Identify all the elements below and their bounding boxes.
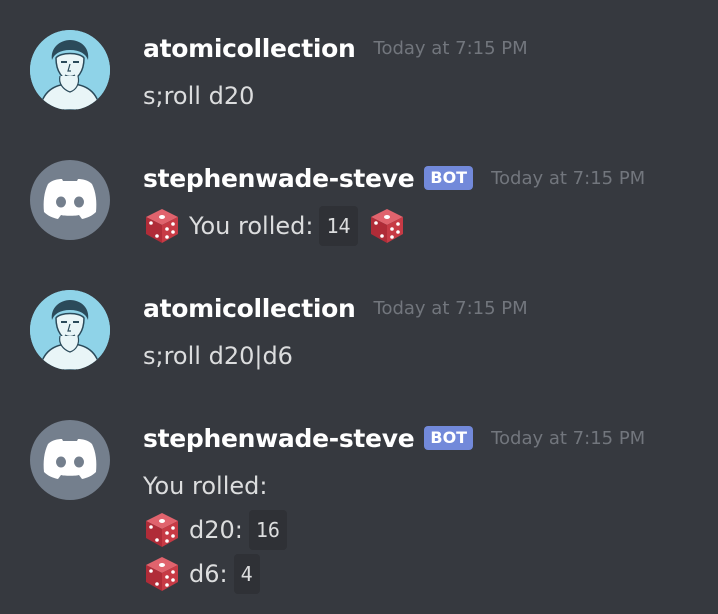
game-die-icon	[146, 513, 178, 547]
die-label: d20:	[189, 516, 243, 544]
game-die-icon	[146, 209, 178, 243]
message-content: You rolled: 14	[143, 204, 406, 248]
username[interactable]: atomicollection	[143, 34, 356, 63]
user-avatar[interactable]	[30, 30, 110, 110]
timestamp: Today at 7:15 PM	[373, 297, 528, 319]
bot-avatar[interactable]	[30, 160, 110, 240]
message-header: stephenwade-steve BOT Today at 7:15 PM	[143, 160, 645, 196]
message-header: stephenwade-steve BOT Today at 7:15 PM	[143, 420, 645, 456]
message-content: You rolled: d20: 16 d6: 4	[143, 464, 293, 596]
timestamp: Today at 7:15 PM	[491, 427, 646, 449]
sketch-portrait-icon	[30, 290, 110, 370]
username[interactable]: stephenwade-steve	[143, 424, 415, 453]
timestamp: Today at 7:15 PM	[373, 37, 528, 59]
roll-line: d20: 16	[143, 508, 293, 552]
username[interactable]: atomicollection	[143, 294, 356, 323]
game-die-icon	[370, 209, 403, 243]
roll-value: 4	[233, 554, 260, 594]
chat-messages: atomicollection Today at 7:15 PM s;roll …	[0, 0, 718, 614]
roll-value: 16	[248, 510, 287, 550]
roll-line: d6: 4	[143, 552, 293, 596]
roll-prefix: You rolled:	[189, 212, 314, 240]
game-die-icon	[146, 557, 178, 591]
message-text: s;roll d20	[143, 82, 255, 110]
die-label: d6:	[189, 560, 228, 588]
sketch-portrait-icon	[30, 30, 110, 110]
roll-intro: You rolled:	[143, 472, 268, 500]
message-header: atomicollection Today at 7:15 PM	[143, 290, 528, 326]
username[interactable]: stephenwade-steve	[143, 164, 415, 193]
bot-badge: BOT	[424, 166, 474, 190]
roll-result: 14	[319, 206, 358, 246]
message-content: s;roll d20|d6	[143, 334, 293, 378]
bot-avatar[interactable]	[30, 420, 110, 500]
user-avatar[interactable]	[30, 290, 110, 370]
message-content: s;roll d20	[143, 74, 254, 118]
discord-logo-icon	[43, 439, 97, 479]
message-header: atomicollection Today at 7:15 PM	[143, 30, 528, 66]
message-text: s;roll d20|d6	[143, 342, 293, 370]
discord-logo-icon	[43, 179, 97, 219]
bot-badge: BOT	[424, 426, 474, 450]
timestamp: Today at 7:15 PM	[491, 167, 646, 189]
